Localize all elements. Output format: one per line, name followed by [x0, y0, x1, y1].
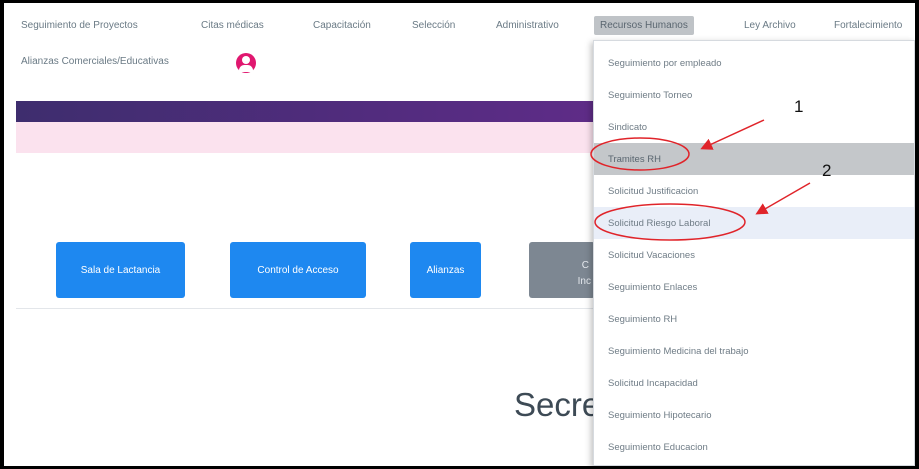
control-acceso-label: Control de Acceso — [257, 264, 339, 276]
annotation-label-2: 2 — [822, 161, 832, 180]
menu-item-seguimiento-empleado[interactable]: Seguimiento por empleado — [594, 47, 914, 79]
incapacidad-partial-label-top: C — [581, 260, 589, 271]
avatar-body — [239, 65, 253, 72]
nav-item-administrativo[interactable]: Administrativo — [496, 20, 559, 31]
menu-item-solicitud-vacaciones[interactable]: Solicitud Vacaciones — [594, 239, 914, 271]
menu-item-seguimiento-hipotecario[interactable]: Seguimiento Hipotecario — [594, 399, 914, 431]
app-window: Seguimiento de Proyectos Citas médicas C… — [4, 3, 915, 466]
menu-item-seguimiento-educacion[interactable]: Seguimiento Educacion — [594, 431, 914, 463]
recursos-humanos-dropdown: Seguimiento por empleado Seguimiento Tor… — [593, 40, 915, 466]
menu-item-seguimiento-medicina-trabajo[interactable]: Seguimiento Medicina del trabajo — [594, 335, 914, 367]
nav-item-citas-medicas[interactable]: Citas médicas — [201, 20, 264, 31]
nav-item-ley-archivo[interactable]: Ley Archivo — [744, 20, 796, 31]
sala-lactancia-label: Sala de Lactancia — [80, 264, 161, 276]
nav-item-seguimiento-proyectos[interactable]: Seguimiento de Proyectos — [21, 20, 138, 31]
nav-item-recursos-humanos[interactable]: Recursos Humanos — [594, 16, 694, 35]
menu-item-seguimiento-enlaces[interactable]: Seguimiento Enlaces — [594, 271, 914, 303]
incapacidad-partial-label-bottom: Inc — [577, 276, 591, 287]
nav-item-seleccion[interactable]: Selección — [412, 20, 455, 31]
alianzas-label: Alianzas — [426, 264, 465, 276]
incapacidad-button[interactable]: C Inc — [529, 242, 595, 298]
menu-item-solicitud-incapacidad[interactable]: Solicitud Incapacidad — [594, 367, 914, 399]
menu-item-sindicato[interactable]: Sindicato — [594, 111, 914, 143]
user-avatar-icon[interactable] — [236, 53, 256, 73]
menu-item-seguimiento-rh[interactable]: Seguimiento RH — [594, 303, 914, 335]
alianzas-button[interactable]: Alianzas — [410, 242, 481, 298]
page-title: Secre — [514, 386, 601, 423]
nav-item-capacitacion[interactable]: Capacitación — [313, 20, 371, 31]
annotation-label-1: 1 — [794, 97, 804, 116]
control-acceso-button[interactable]: Control de Acceso — [230, 242, 366, 298]
avatar-head — [242, 56, 250, 64]
menu-item-seguimiento-torneo[interactable]: Seguimiento Torneo — [594, 79, 914, 111]
section-divider — [16, 308, 596, 309]
nav-item-alianzas-comerciales[interactable]: Alianzas Comerciales/Educativas — [21, 56, 169, 67]
menu-item-tramites-rh[interactable]: Tramites RH — [594, 143, 914, 175]
nav-item-fortalecimiento[interactable]: Fortalecimiento — [834, 20, 902, 31]
menu-item-solicitud-riesgo-laboral[interactable]: Solicitud Riesgo Laboral — [594, 207, 914, 239]
sala-lactancia-button[interactable]: Sala de Lactancia — [56, 242, 185, 298]
menu-item-solicitud-justificacion[interactable]: Solicitud Justificacion — [594, 175, 914, 207]
